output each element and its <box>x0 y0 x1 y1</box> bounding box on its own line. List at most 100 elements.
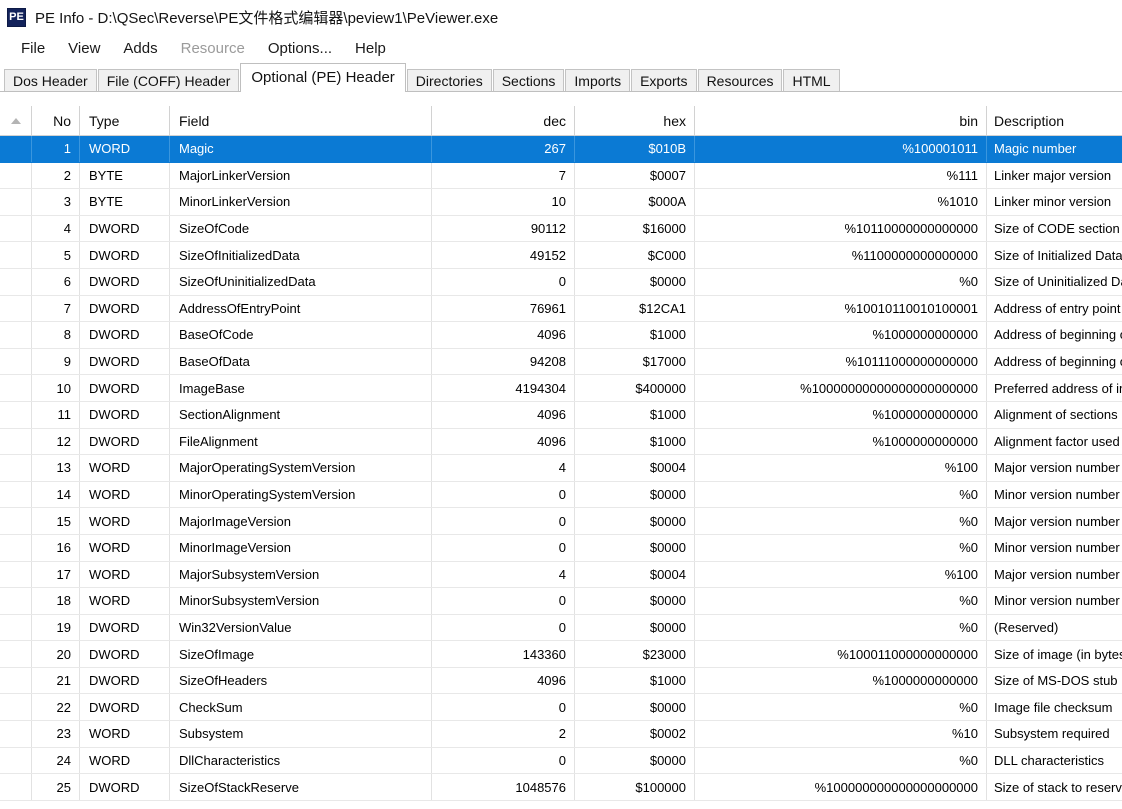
cell-bin: %0 <box>695 614 987 641</box>
cell-no: 8 <box>32 322 80 348</box>
row-gutter <box>0 242 32 268</box>
cell-bin: %0 <box>695 694 987 721</box>
cell-field: Magic <box>170 136 432 162</box>
table-row[interactable]: 16 WORD MinorImageVersion 0 $0000 %0 Minor ver… <box>0 534 1122 562</box>
cell-dec: 1048576 <box>432 774 575 800</box>
column-header-bin[interactable]: bin <box>695 106 987 135</box>
table-row[interactable]: 5 DWORD SizeOfInitializedData 49152 $C000 %11… <box>0 242 1122 269</box>
tab-dos-header[interactable]: Dos Header <box>4 69 97 92</box>
table-row[interactable]: 4 DWORD SizeOfCode 90112 $16000 %101100000000… <box>0 215 1122 243</box>
cell-type: WORD <box>80 588 170 614</box>
table-row[interactable]: 2 BYTE MajorLinkerVersion 7 $0007 %111 Linker … <box>0 162 1122 190</box>
tab-exports[interactable]: Exports <box>631 69 697 92</box>
cell-hex: $23000 <box>575 641 695 667</box>
cell-type: DWORD <box>80 667 170 694</box>
fields-table[interactable]: No Type Field dec hex bin Description 1W… <box>0 105 1122 809</box>
table-row[interactable]: 14 WORD MinorOperatingSystemVersion 0 $0000%… <box>0 481 1122 509</box>
cell-dec: 4096 <box>432 667 575 694</box>
table-row[interactable]: 13 WORD MajorOperatingSystemVersion 4 $0004%… <box>0 455 1122 482</box>
tab-imports[interactable]: Imports <box>565 69 631 92</box>
table-row[interactable]: 10 DWORD ImageBase 4194304 $400000 %100000000… <box>0 375 1122 402</box>
table-row[interactable]: 15 WORD MajorImageVersion 0 $0000 %0 Major ver… <box>0 508 1122 535</box>
cell-bin: %100 <box>695 561 987 588</box>
tab-file-coff-header[interactable]: File (COFF) Header <box>97 69 240 92</box>
row-gutter <box>0 348 32 375</box>
cell-no: 19 <box>32 614 80 641</box>
table-row[interactable]: 17 WORD MajorSubsystemVersion 4 $0004 %100 Maj… <box>0 561 1122 589</box>
cell-hex: $0000 <box>575 268 695 295</box>
tab-optional-pe-header[interactable]: Optional (PE) Header <box>240 63 406 92</box>
table-row[interactable]: 20 DWORD SizeOfImage 143360 $23000 %100011000… <box>0 641 1122 668</box>
app-logo-icon: PE <box>7 7 26 27</box>
column-header-description[interactable]: Description <box>987 106 1122 135</box>
cell-hex: $12CA1 <box>575 295 695 322</box>
cell-dec: 4194304 <box>432 375 575 401</box>
cell-field: ImageBase <box>170 375 432 401</box>
cell-field: BaseOfData <box>170 348 432 375</box>
table-row[interactable]: 6 DWORD SizeOfUninitializedData 0 $0000 %0 Siz… <box>0 268 1122 296</box>
cell-bin: %0 <box>695 268 987 295</box>
tab-directories[interactable]: Directories <box>406 69 492 92</box>
table-row[interactable]: 8 DWORD BaseOfCode 4096 $1000 %1000000000000 A… <box>0 322 1122 349</box>
row-gutter <box>0 561 32 588</box>
row-gutter <box>0 189 32 215</box>
table-row[interactable]: 21 DWORD SizeOfHeaders 4096 $1000 %1000000000… <box>0 667 1122 695</box>
table-row[interactable]: 22 DWORD CheckSum 0 $0000 %0 Image file checks… <box>0 694 1122 722</box>
cell-type: WORD <box>80 747 170 774</box>
cell-dec: 2 <box>432 721 575 747</box>
cell-dec: 267 <box>432 136 575 162</box>
column-header-dec[interactable]: dec <box>432 106 575 135</box>
row-gutter <box>0 508 32 534</box>
cell-hex: $0000 <box>575 747 695 774</box>
menu-item-adds[interactable]: Adds <box>112 38 169 59</box>
cell-no: 24 <box>32 747 80 774</box>
tab-resources[interactable]: Resources <box>697 69 783 92</box>
table-body: 1 WORD Magic 267 $010B %100001011 Magic number… <box>0 136 1122 801</box>
cell-bin: %100001011 <box>695 136 987 162</box>
menu-item-options[interactable]: Options... <box>257 38 344 59</box>
cell-type: WORD <box>80 136 170 162</box>
cell-dec: 0 <box>432 694 575 721</box>
cell-no: 15 <box>32 508 80 534</box>
table-row[interactable]: 11 DWORD SectionAlignment 4096 $1000 %1000000… <box>0 401 1122 429</box>
cell-type: DWORD <box>80 268 170 295</box>
cell-type: DWORD <box>80 614 170 641</box>
cell-type: DWORD <box>80 348 170 375</box>
table-row[interactable]: 25 DWORD SizeOfStackReserve 1048576 $100000%… <box>0 774 1122 801</box>
cell-hex: $0000 <box>575 508 695 534</box>
menu-item-file[interactable]: File <box>10 38 57 59</box>
column-header-no[interactable]: No <box>32 106 80 135</box>
tab-html[interactable]: HTML <box>783 69 840 92</box>
cell-hex: $C000 <box>575 242 695 268</box>
column-header-hex[interactable]: hex <box>575 106 695 135</box>
row-gutter <box>0 215 32 242</box>
table-row[interactable]: 9 DWORD BaseOfData 94208 $17000 %101110000000… <box>0 348 1122 376</box>
cell-type: WORD <box>80 534 170 561</box>
menu-item-resource: Resource <box>180 39 245 57</box>
table-row[interactable]: 1 WORD Magic 267 $010B %100001011 Magic number <box>0 136 1122 163</box>
table-row[interactable]: 12 DWORD FileAlignment 4096 $1000 %1000000000… <box>0 428 1122 456</box>
cell-no: 7 <box>32 295 80 322</box>
cell-no: 1 <box>32 136 80 162</box>
cell-dec: 4 <box>432 561 575 588</box>
sort-indicator-cell[interactable] <box>0 106 32 135</box>
table-row[interactable]: 18 WORD MinorSubsystemVersion 0 $0000 %0 Minor… <box>0 588 1122 615</box>
column-header-type[interactable]: Type <box>80 106 170 135</box>
cell-field: FileAlignment <box>170 428 432 455</box>
cell-desc: Preferred address of image <box>994 380 1122 396</box>
table-row[interactable]: 7 DWORD AddressOfEntryPoint 76961 $12CA1 %100… <box>0 295 1122 323</box>
table-row[interactable]: 3 BYTE MinorLinkerVersion 10 $000A %1010 Linke… <box>0 189 1122 216</box>
cell-field: MajorLinkerVersion <box>170 162 432 189</box>
menu-item-view[interactable]: View <box>57 38 112 59</box>
tab-sections[interactable]: Sections <box>492 69 565 92</box>
table-row[interactable]: 24 WORD DllCharacteristics 0 $0000 %0 DLL char… <box>0 747 1122 775</box>
row-gutter <box>0 641 32 667</box>
cell-desc: Magic number <box>994 141 1077 157</box>
table-row[interactable]: 19 DWORD Win32VersionValue 0 $0000 %0 (Reserve… <box>0 614 1122 642</box>
table-row[interactable]: 23 WORD Subsystem 2 $0002 %10 Subsystem requir… <box>0 721 1122 748</box>
menu-item-help[interactable]: Help <box>344 38 398 59</box>
cell-hex: $400000 <box>575 375 695 401</box>
row-gutter <box>0 455 32 481</box>
cell-dec: 49152 <box>432 242 575 268</box>
column-header-field[interactable]: Field <box>170 106 432 135</box>
